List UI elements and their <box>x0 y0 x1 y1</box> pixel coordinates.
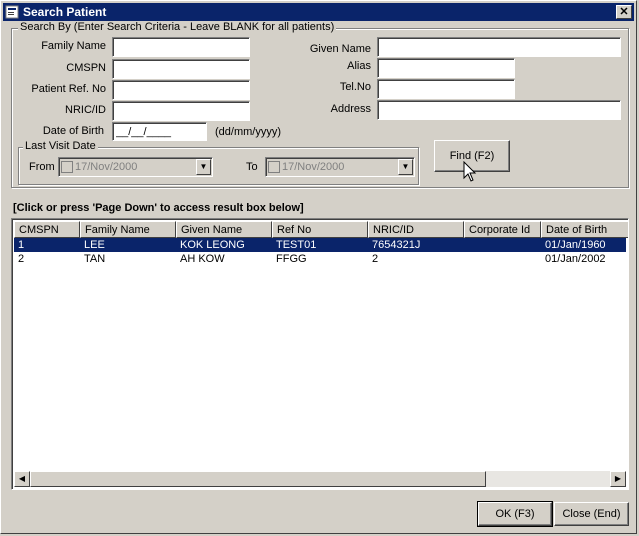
cell-given-name: KOK LEONG <box>180 239 245 251</box>
given-name-label: Given Name <box>309 43 371 55</box>
family-name-input[interactable] <box>112 37 250 57</box>
cell-cmspn: 2 <box>18 253 25 265</box>
from-date-checkbox[interactable] <box>61 161 73 173</box>
cell-cmspn: 1 <box>18 239 25 251</box>
column-header-corporate-id[interactable]: Corporate Id <box>464 221 541 238</box>
to-date-picker[interactable]: 17/Nov/2000 ▼ <box>265 157 415 177</box>
cell-ref-no: TEST01 <box>276 239 317 251</box>
cell-date-of-birth: 01/Jan/1960 <box>545 239 606 251</box>
column-header-given-name[interactable]: Given Name <box>176 221 272 238</box>
results-hint: [Click or press 'Page Down' to access re… <box>13 202 304 214</box>
app-icon <box>5 5 19 19</box>
from-label: From <box>29 161 55 173</box>
tel-no-input[interactable] <box>377 79 515 99</box>
date-of-birth-label: Date of Birth <box>42 125 104 137</box>
cell-ref-no: FFGG <box>276 253 307 265</box>
cell-date-of-birth: 01/Jan/2002 <box>545 253 606 265</box>
horizontal-scrollbar[interactable]: ◀ ▶ <box>14 471 626 487</box>
ok-button-label: OK (F3) <box>495 508 535 520</box>
date-format-hint: (dd/mm/yyyy) <box>215 126 281 138</box>
cell-nric-id: 7654321J <box>372 239 421 251</box>
given-name-input[interactable] <box>377 37 621 57</box>
nric-id-input[interactable] <box>112 101 250 121</box>
results-list[interactable]: CMSPN Family Name Given Name Ref No NRIC… <box>11 218 629 490</box>
to-label: To <box>246 161 258 173</box>
patient-ref-no-label: Patient Ref. No <box>31 83 106 95</box>
table-row[interactable]: 2 TAN AH KOW FFGG 2 01/Jan/2002 <box>14 252 626 266</box>
chevron-down-icon[interactable]: ▼ <box>398 159 413 175</box>
arrow-right-icon: ▶ <box>614 474 622 483</box>
last-visit-legend: Last Visit Date <box>23 140 98 152</box>
ok-button[interactable]: OK (F3) <box>477 501 553 527</box>
alias-label: Alias <box>347 60 371 72</box>
close-window-button[interactable]: ✕ <box>616 5 632 19</box>
cell-family-name: TAN <box>84 253 106 265</box>
cell-family-name: LEE <box>84 239 105 251</box>
to-date-value: 17/Nov/2000 <box>282 161 345 173</box>
column-header-family-name[interactable]: Family Name <box>80 221 176 238</box>
close-button[interactable]: Close (End) <box>554 502 629 526</box>
alias-input[interactable] <box>377 58 515 78</box>
patient-ref-no-input[interactable] <box>112 80 250 100</box>
scroll-left-button[interactable]: ◀ <box>14 471 30 487</box>
nric-id-label: NRIC/ID <box>65 104 106 116</box>
address-label: Address <box>330 103 371 115</box>
table-row[interactable]: 1 LEE KOK LEONG TEST01 7654321J 01/Jan/1… <box>14 238 626 252</box>
from-date-value: 17/Nov/2000 <box>75 161 138 173</box>
tel-no-label: Tel.No <box>339 81 371 93</box>
date-of-birth-input[interactable] <box>112 122 207 141</box>
title-bar[interactable]: Search Patient ✕ <box>3 3 634 21</box>
search-criteria-legend: Search By (Enter Search Criteria - Leave… <box>18 21 337 33</box>
column-header-ref-no[interactable]: Ref No <box>272 221 368 238</box>
column-header-cmspn[interactable]: CMSPN <box>14 221 80 238</box>
column-header-nric-id[interactable]: NRIC/ID <box>368 221 464 238</box>
results-header: CMSPN Family Name Given Name Ref No NRIC… <box>14 221 628 238</box>
to-date-checkbox[interactable] <box>268 161 280 173</box>
close-button-label: Close (End) <box>562 508 621 520</box>
cell-nric-id: 2 <box>372 253 379 265</box>
close-icon: ✕ <box>619 6 629 18</box>
from-date-picker[interactable]: 17/Nov/2000 ▼ <box>58 157 213 177</box>
cell-given-name: AH KOW <box>180 253 225 265</box>
chevron-down-icon[interactable]: ▼ <box>196 159 211 175</box>
search-patient-window: Search Patient ✕ Search By (Enter Search… <box>0 0 637 534</box>
window-title: Search Patient <box>23 5 107 19</box>
scroll-right-button[interactable]: ▶ <box>610 471 626 487</box>
family-name-label: Family Name <box>41 40 106 52</box>
cmspn-label: CMSPN <box>66 62 106 74</box>
cmspn-input[interactable] <box>112 59 250 79</box>
arrow-left-icon: ◀ <box>18 474 26 483</box>
mouse-pointer-icon <box>463 161 477 182</box>
address-input[interactable] <box>377 100 621 120</box>
scrollbar-thumb[interactable] <box>30 471 486 487</box>
column-header-date-of-birth[interactable]: Date of Birth <box>541 221 628 238</box>
